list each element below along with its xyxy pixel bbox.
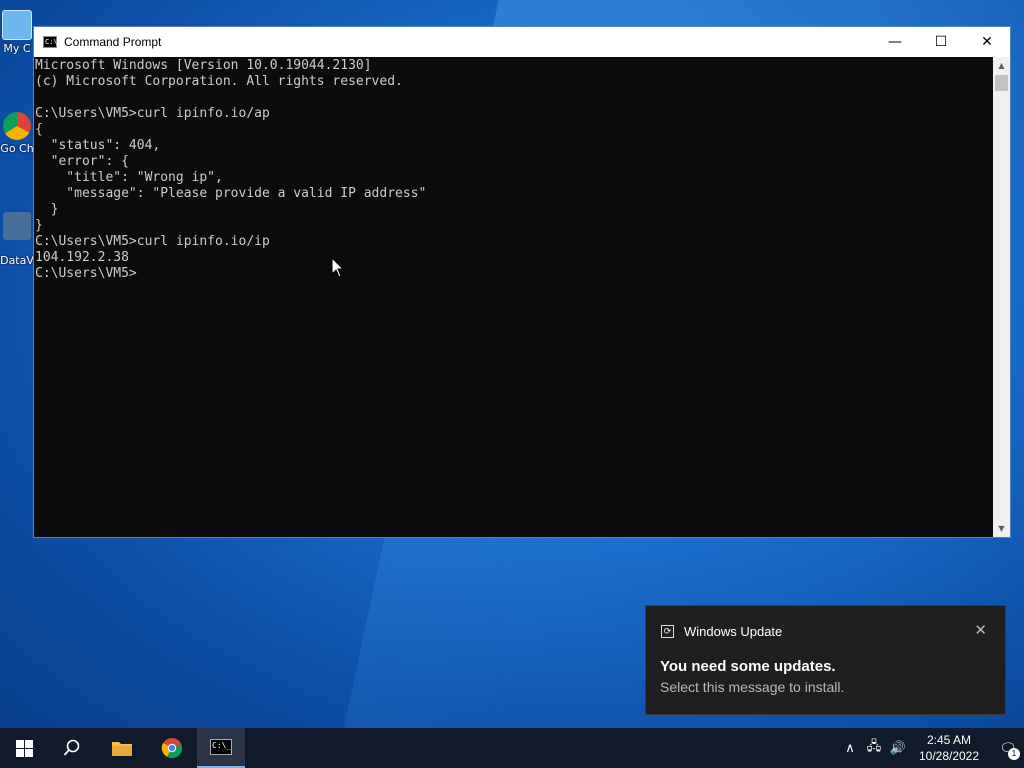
console-line: 104.192.2.38: [35, 250, 129, 265]
command-prompt-taskbar-button[interactable]: C:\_: [197, 728, 245, 768]
search-button[interactable]: [48, 728, 96, 768]
console-line: Microsoft Windows [Version 10.0.19044.21…: [35, 58, 372, 73]
scroll-down-arrow-icon[interactable]: ▼: [993, 520, 1010, 537]
desktop-icon-label: My C: [3, 42, 31, 55]
command-prompt-window[interactable]: C:\ Command Prompt — ☐ ✕ Microsoft Windo…: [33, 26, 1011, 538]
system-tray: ∧ 🖧 🔊 2:45 AM 10/28/2022 🗨 1: [838, 728, 1024, 768]
clock-time: 2:45 AM: [926, 733, 972, 747]
console-line: "status": 404,: [35, 138, 161, 153]
taskbar: C:\_ ∧ 🖧 🔊 2:45 AM 10/28/2022 🗨 1: [0, 728, 1024, 768]
clock-date: 10/28/2022: [918, 749, 980, 763]
notification-app-name: Windows Update: [684, 624, 783, 639]
notification-close-button[interactable]: ✕: [974, 621, 987, 639]
chrome-taskbar-button[interactable]: [148, 728, 196, 768]
console-line: "title": "Wrong ip",: [35, 170, 223, 185]
cmd-app-icon: C:\: [43, 36, 58, 48]
desktop-icon-my-computer[interactable]: My C: [0, 10, 34, 90]
desktop-icon-datav[interactable]: DataV: [0, 212, 34, 292]
console-line: C:\Users\VM5>: [35, 266, 137, 281]
mouse-cursor-icon: [331, 257, 345, 278]
console-line: (c) Microsoft Corporation. All rights re…: [35, 74, 403, 89]
datav-icon: [3, 212, 31, 240]
windows-update-notification[interactable]: ⟳ Windows Update ✕ You need some updates…: [645, 605, 1006, 715]
file-explorer-button[interactable]: [98, 728, 146, 768]
close-button[interactable]: ✕: [964, 27, 1010, 57]
console-line: C:\Users\VM5>curl ipinfo.io/ip: [35, 234, 270, 249]
notification-title: You need some updates.: [660, 658, 836, 675]
scroll-up-arrow-icon[interactable]: ▲: [993, 57, 1010, 74]
minimize-button[interactable]: —: [872, 27, 918, 57]
action-center-button[interactable]: 🗨 1: [992, 740, 1024, 760]
desktop-icon-label: DataV: [0, 254, 34, 267]
console-line: {: [35, 122, 43, 137]
search-icon: [63, 739, 80, 756]
windows-update-icon: ⟳: [661, 625, 674, 638]
console-line: "error": {: [35, 154, 129, 169]
show-hidden-icons-chevron-up-icon[interactable]: ∧: [838, 740, 862, 756]
folder-icon: [112, 742, 132, 756]
chrome-icon: [161, 738, 183, 759]
windows-logo-icon: [15, 739, 33, 757]
console-line: }: [35, 218, 43, 233]
notification-message: Select this message to install.: [660, 679, 845, 695]
console-line: C:\Users\VM5>curl ipinfo.io/ap: [35, 106, 270, 121]
clock[interactable]: 2:45 AM 10/28/2022: [916, 732, 982, 764]
vertical-scrollbar[interactable]: ▲ ▼: [993, 57, 1010, 537]
console-line: "message": "Please provide a valid IP ad…: [35, 186, 427, 201]
desktop-icon-label: Go Ch: [0, 142, 34, 155]
console-line: }: [35, 202, 59, 217]
start-button[interactable]: [0, 728, 48, 768]
my-computer-icon: [2, 10, 32, 40]
notification-count-badge: 1: [1008, 747, 1020, 760]
window-titlebar[interactable]: C:\ Command Prompt — ☐ ✕: [34, 27, 1010, 57]
desktop-icon-google-chrome[interactable]: Go Ch: [0, 112, 34, 192]
chrome-icon: [3, 112, 31, 140]
console-output[interactable]: Microsoft Windows [Version 10.0.19044.21…: [34, 57, 993, 537]
window-title: Command Prompt: [64, 35, 162, 49]
network-icon[interactable]: 🖧: [862, 737, 886, 759]
volume-icon[interactable]: 🔊: [886, 740, 910, 756]
scroll-thumb[interactable]: [995, 75, 1008, 91]
cmd-icon: C:\_: [210, 739, 232, 755]
maximize-button[interactable]: ☐: [918, 27, 964, 57]
desktop: My C Go Ch DataV C:\ Command Prompt — ☐ …: [0, 0, 1024, 728]
